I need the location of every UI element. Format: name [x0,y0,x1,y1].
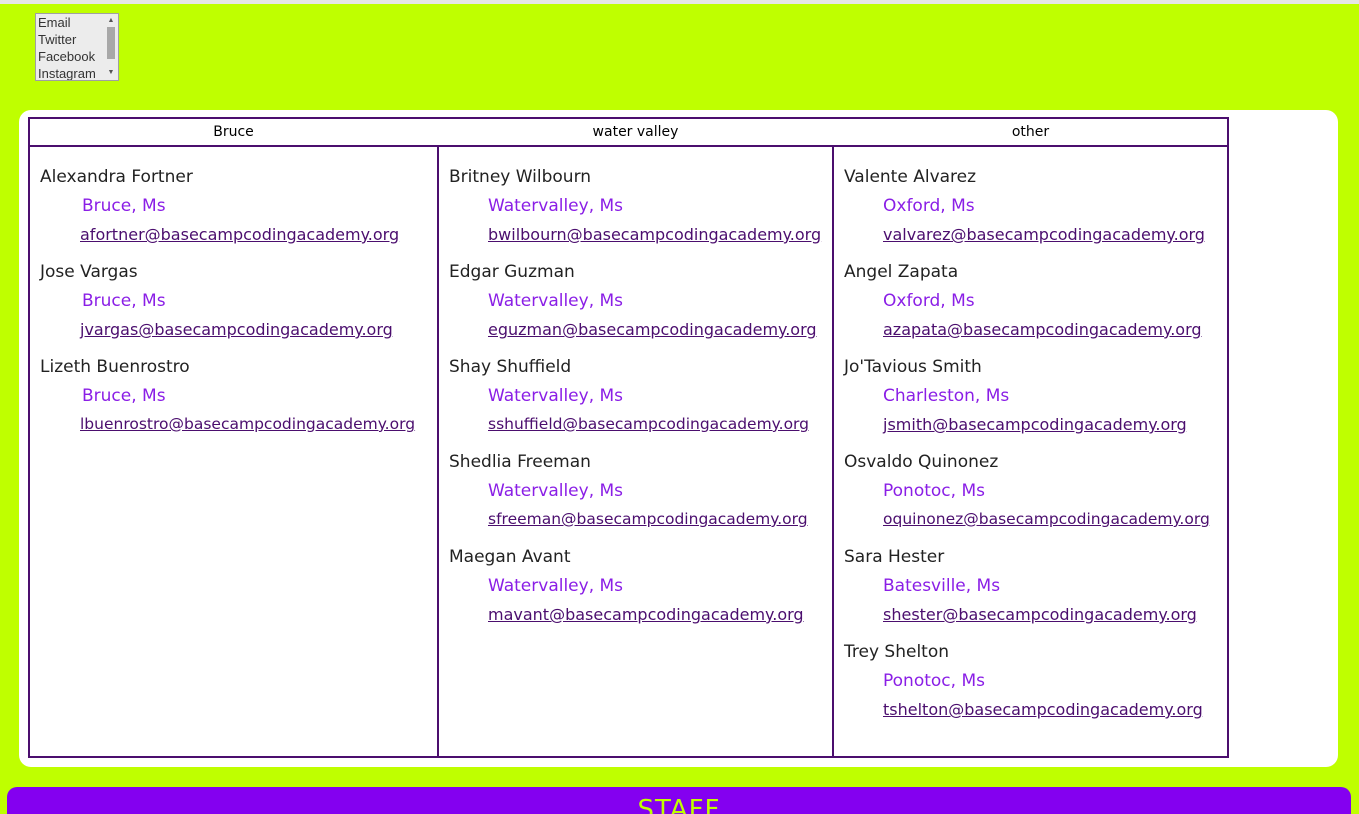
staff-email-link[interactable]: shester@basecampcodingacademy.org [883,605,1197,624]
staff-email-link[interactable]: afortner@basecampcodingacademy.org [80,225,399,244]
staff-name: Sara Hester [844,547,945,567]
staff-email-link[interactable]: valvarez@basecampcodingacademy.org [883,225,1205,244]
social-media-listbox[interactable]: Email Twitter Facebook Instagram ▲ ▼ [35,13,119,81]
staff-name: Shedlia Freeman [449,452,591,472]
staff-email-link[interactable]: tshelton@basecampcodingacademy.org [883,700,1203,719]
staff-location: Charleston, Ms [883,386,1010,406]
staff-name: Maegan Avant [449,547,571,567]
staff-email-link[interactable]: sfreeman@basecampcodingacademy.org [488,510,808,528]
staff-email-link[interactable]: bwilbourn@basecampcodingacademy.org [488,225,821,244]
staff-location: Ponotoc, Ms [883,671,985,691]
staff-email-link[interactable]: eguzman@basecampcodingacademy.org [488,320,817,339]
staff-name: Edgar Guzman [449,262,575,282]
staff-name: Britney Wilbourn [449,167,592,187]
scrollbar-thumb[interactable] [107,27,115,59]
staff-location: Bruce, Ms [82,386,166,406]
staff-location: Batesville, Ms [883,576,1001,596]
staff-email-link[interactable]: jsmith@basecampcodingacademy.org [883,415,1187,434]
staff-name: Jo'Tavious Smith [844,357,982,377]
staff-name: Shay Shuffield [449,357,572,377]
staff-location: Oxford, Ms [883,196,975,216]
top-strip [0,0,1359,4]
table-header-row: Bruce water valley other [30,119,1227,147]
column-water-valley: Britney Wilbourn Watervalley, Ms bwilbou… [437,147,834,756]
staff-location: Watervalley, Ms [488,386,624,406]
staff-email-link[interactable]: oquinonez@basecampcodingacademy.org [883,510,1210,528]
staff-name: Lizeth Buenrostro [40,357,190,377]
scroll-down-arrow-icon[interactable]: ▼ [104,68,118,78]
header-other: other [1011,124,1050,140]
staff-location: Watervalley, Ms [488,291,624,311]
staff-email-link[interactable]: sshuffield@basecampcodingacademy.org [488,415,809,433]
staff-location: Ponotoc, Ms [883,481,985,501]
staff-name: Valente Alvarez [844,167,977,187]
column-other: Valente Alvarez Oxford, Ms valvarez@base… [832,147,1227,756]
staff-name: Angel Zapata [844,262,959,282]
staff-location: Oxford, Ms [883,291,975,311]
staff-table: Bruce water valley other Alexandra Fortn… [28,117,1229,758]
staff-name: Jose Vargas [40,262,138,282]
staff-location: Watervalley, Ms [488,481,624,501]
staff-email-link[interactable]: lbuenrostro@basecampcodingacademy.org [80,415,415,433]
staff-location: Watervalley, Ms [488,196,624,216]
header-bruce: Bruce [213,124,254,140]
staff-location: Bruce, Ms [82,196,166,216]
staff-name: Osvaldo Quinonez [844,452,999,472]
staff-email-link[interactable]: azapata@basecampcodingacademy.org [883,320,1202,339]
staff-location: Bruce, Ms [82,291,166,311]
staff-section-header: STAFF [7,787,1351,814]
staff-location: Watervalley, Ms [488,576,624,596]
scroll-up-arrow-icon[interactable]: ▲ [104,16,118,26]
staff-email-link[interactable]: jvargas@basecampcodingacademy.org [80,320,393,339]
staff-name: Alexandra Fortner [40,167,193,187]
staff-name: Trey Shelton [844,642,950,662]
staff-email-link[interactable]: mavant@basecampcodingacademy.org [488,605,804,624]
staff-section-title: STAFF [637,795,721,814]
listbox-scrollbar[interactable]: ▲ ▼ [104,14,118,80]
header-water-valley: water valley [592,124,679,140]
column-bruce: Alexandra Fortner Bruce, Ms afortner@bas… [30,147,437,756]
staff-card: Bruce water valley other Alexandra Fortn… [19,110,1338,767]
